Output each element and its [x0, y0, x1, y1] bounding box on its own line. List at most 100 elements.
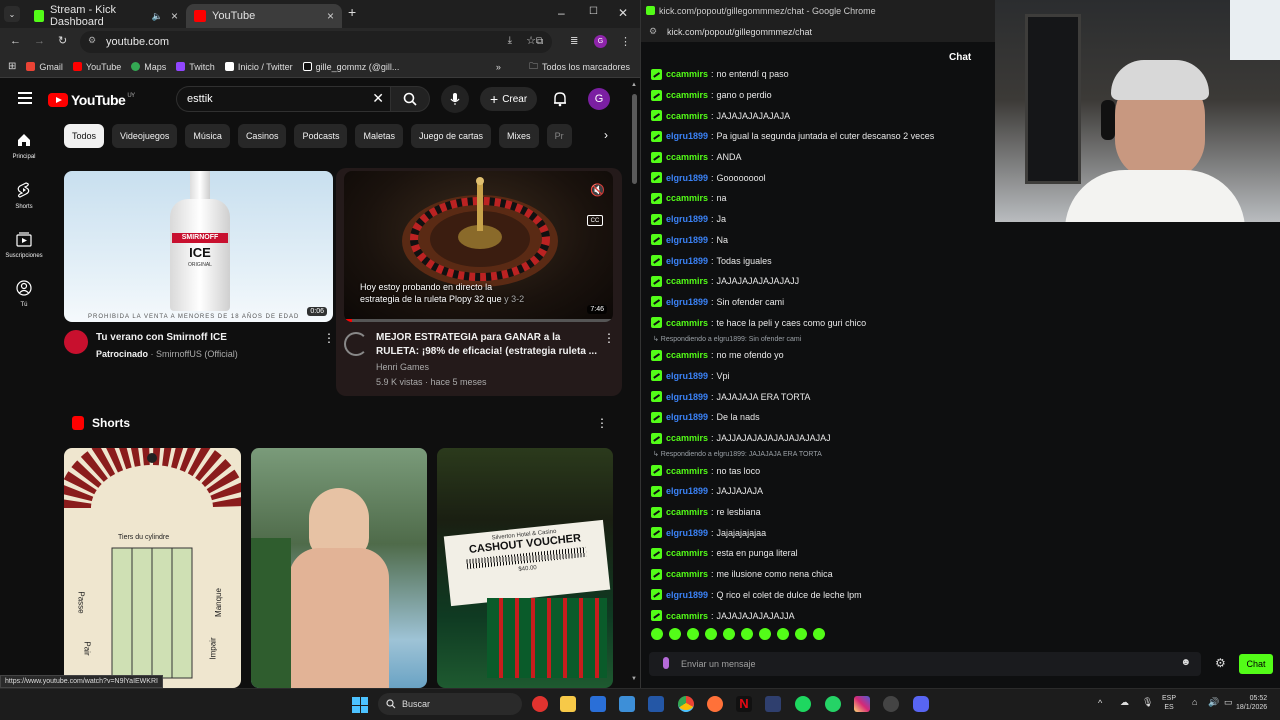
emote-icon[interactable]	[777, 628, 789, 640]
bookmark-star-icon[interactable]: ☆	[526, 34, 536, 47]
emote-icon[interactable]	[759, 628, 771, 640]
netflix-icon[interactable]: N	[736, 696, 752, 712]
emote-icon[interactable]	[723, 628, 735, 640]
taskbar-app-blue-icon[interactable]	[619, 696, 635, 712]
media-controls-icon[interactable]: ≣	[570, 36, 578, 47]
hamburger-menu-icon[interactable]	[18, 92, 32, 104]
tray-overflow-icon[interactable]: ^	[1098, 698, 1102, 708]
chat-username[interactable]: elgru1899	[666, 297, 708, 307]
video-title-roulette[interactable]: MEJOR ESTRATEGIA para GANAR a la RULETA:…	[376, 331, 604, 359]
chip-maletas[interactable]: Maletas	[355, 124, 403, 148]
profile-avatar[interactable]: G	[594, 35, 607, 48]
shorts-menu-icon[interactable]: ⋮	[596, 416, 608, 430]
chat-message[interactable]: ccammirs: JAJAJAJAJAJAJJA	[651, 605, 1271, 624]
chat-message[interactable]: ccammirs: te hace la peli y caes como gur…	[651, 312, 1271, 333]
close-window-icon[interactable]: ✕	[618, 6, 628, 20]
voice-search-button[interactable]	[441, 85, 469, 113]
chat-username[interactable]: ccammirs	[666, 318, 708, 328]
chip-truncated[interactable]: Pr	[546, 124, 572, 148]
chip-juego-de-cartas[interactable]: Juego de cartas	[411, 124, 492, 148]
chat-username[interactable]: ccammirs	[666, 507, 708, 517]
guide-subscriptions[interactable]: Suscripciones	[0, 231, 48, 259]
chat-username[interactable]: ccammirs	[666, 569, 708, 579]
video-menu-icon[interactable]: ⋮	[323, 331, 335, 345]
close-tab-icon[interactable]: ×	[327, 9, 334, 23]
chat-message[interactable]: elgru1899: De la nads	[651, 407, 1271, 428]
chrome-icon[interactable]	[678, 696, 694, 712]
forward-icon[interactable]: →	[34, 35, 45, 47]
emoji-picker-icon[interactable]: ☻	[1180, 657, 1191, 668]
instagram-icon[interactable]	[854, 696, 870, 712]
chat-username[interactable]: elgru1899	[666, 235, 708, 245]
channel-name[interactable]: Henri Games	[376, 362, 429, 372]
create-button[interactable]: + Crear	[480, 87, 538, 111]
tab-youtube[interactable]: YouTube ×	[186, 4, 342, 28]
short-thumbnail-3[interactable]: Silverton Hotel & Casino CASHOUT VOUCHER…	[437, 448, 613, 688]
tab-search-button[interactable]: ⌄	[4, 6, 20, 22]
emote-icon[interactable]	[705, 628, 717, 640]
chat-username[interactable]: elgru1899	[666, 371, 708, 381]
chat-message[interactable]: elgru1899: Q rico el colet de dulce de le…	[651, 585, 1271, 606]
spotify-icon[interactable]	[795, 696, 811, 712]
emote-icon[interactable]	[651, 628, 663, 640]
search-button[interactable]	[390, 86, 430, 112]
chat-message-input[interactable]: Enviar un mensaje ☻	[649, 652, 1201, 676]
all-bookmarks[interactable]: 🗀 Todos los marcadores	[529, 59, 630, 75]
audio-icon[interactable]: 🔈	[152, 11, 163, 22]
youtube-search-input[interactable]: esttik ✕	[176, 86, 390, 112]
chat-username[interactable]: ccammirs	[666, 69, 708, 79]
bookmark-maps[interactable]: Maps	[131, 62, 166, 72]
bookmark-gmail[interactable]: Gmail	[26, 62, 63, 72]
chat-username[interactable]: ccammirs	[666, 466, 708, 476]
close-tab-icon[interactable]: ×	[171, 9, 178, 23]
bookmark-twitch[interactable]: Twitch	[176, 62, 215, 72]
chat-username[interactable]: ccammirs	[666, 433, 708, 443]
chat-message[interactable]: ccammirs: esta en punga literal	[651, 543, 1271, 564]
chat-username[interactable]: elgru1899	[666, 131, 708, 141]
chat-username[interactable]: ccammirs	[666, 276, 708, 286]
bookmark-youtube[interactable]: YouTube	[72, 62, 121, 72]
chip-casinos[interactable]: Casinos	[237, 124, 287, 148]
emote-icon[interactable]	[813, 628, 825, 640]
chat-message[interactable]: ccammirs: no me ofendo yo	[651, 345, 1271, 366]
address-bar[interactable]: ⚙ youtube.com ⤓ ☆	[80, 31, 552, 53]
chat-username[interactable]: ccammirs	[666, 350, 708, 360]
video-thumbnail-ad[interactable]: SMIRNOFF ICE ORIGINAL PROHIBIDA LA VENTA…	[64, 171, 333, 322]
chat-username[interactable]: elgru1899	[666, 528, 708, 538]
chat-message[interactable]: ccammirs: me ilusione como nena chica	[651, 564, 1271, 585]
taskbar-search[interactable]: Buscar	[378, 693, 522, 715]
clock[interactable]: 05:52 18/1/2026	[1236, 694, 1267, 712]
chip-todos[interactable]: Todos	[64, 124, 105, 148]
reload-icon[interactable]: ↻	[58, 34, 67, 47]
store-icon[interactable]	[590, 696, 606, 712]
video-title[interactable]: Tu verano con Smirnoff ICE	[96, 331, 316, 345]
emote-icon[interactable]	[741, 628, 753, 640]
chat-username[interactable]: elgru1899	[666, 486, 708, 496]
install-icon[interactable]: ⤓	[508, 35, 512, 46]
youtube-logo[interactable]: YouTube UY	[48, 92, 135, 108]
site-info-icon[interactable]: ⚙	[88, 35, 96, 46]
taskbar-app-steam-icon[interactable]	[765, 696, 781, 712]
chat-username[interactable]: ccammirs	[666, 193, 708, 203]
chip-podcasts[interactable]: Podcasts	[294, 124, 348, 148]
short-thumbnail-1[interactable]: Tiers du cylindre Passe Manque Pair Impa…	[64, 448, 241, 688]
video-menu-icon[interactable]: ⋮	[603, 331, 615, 345]
chat-message[interactable]: ccammirs: JAJAJAJAJAJAJAJJ	[651, 271, 1271, 292]
whatsapp-icon[interactable]	[825, 696, 841, 712]
taskbar-app-record-icon[interactable]	[532, 696, 548, 712]
channel-name[interactable]: SmirnoffUS (Official)	[156, 349, 238, 359]
chat-message[interactable]: elgru1899: JAJJAJAJA	[651, 481, 1271, 502]
back-icon[interactable]: ←	[10, 35, 21, 47]
channel-avatar-smirnoff[interactable]	[64, 330, 88, 354]
firefox-icon[interactable]	[707, 696, 723, 712]
chat-message[interactable]: elgru1899: Sin ofender cami	[651, 292, 1271, 313]
clear-search-icon[interactable]: ✕	[372, 90, 384, 107]
chat-message[interactable]: ccammirs: JAJJAJAJAJAJAJAJAJAJAJ	[651, 428, 1271, 449]
chat-username[interactable]: elgru1899	[666, 214, 708, 224]
chat-username[interactable]: elgru1899	[666, 392, 708, 402]
chat-username[interactable]: elgru1899	[666, 412, 708, 422]
chat-username[interactable]: ccammirs	[666, 152, 708, 162]
bookmark-tiktok[interactable]: gille_gommz (@gill...	[302, 62, 399, 72]
chip-videojuegos[interactable]: Videojuegos	[112, 124, 178, 148]
emote-icon[interactable]	[795, 628, 807, 640]
